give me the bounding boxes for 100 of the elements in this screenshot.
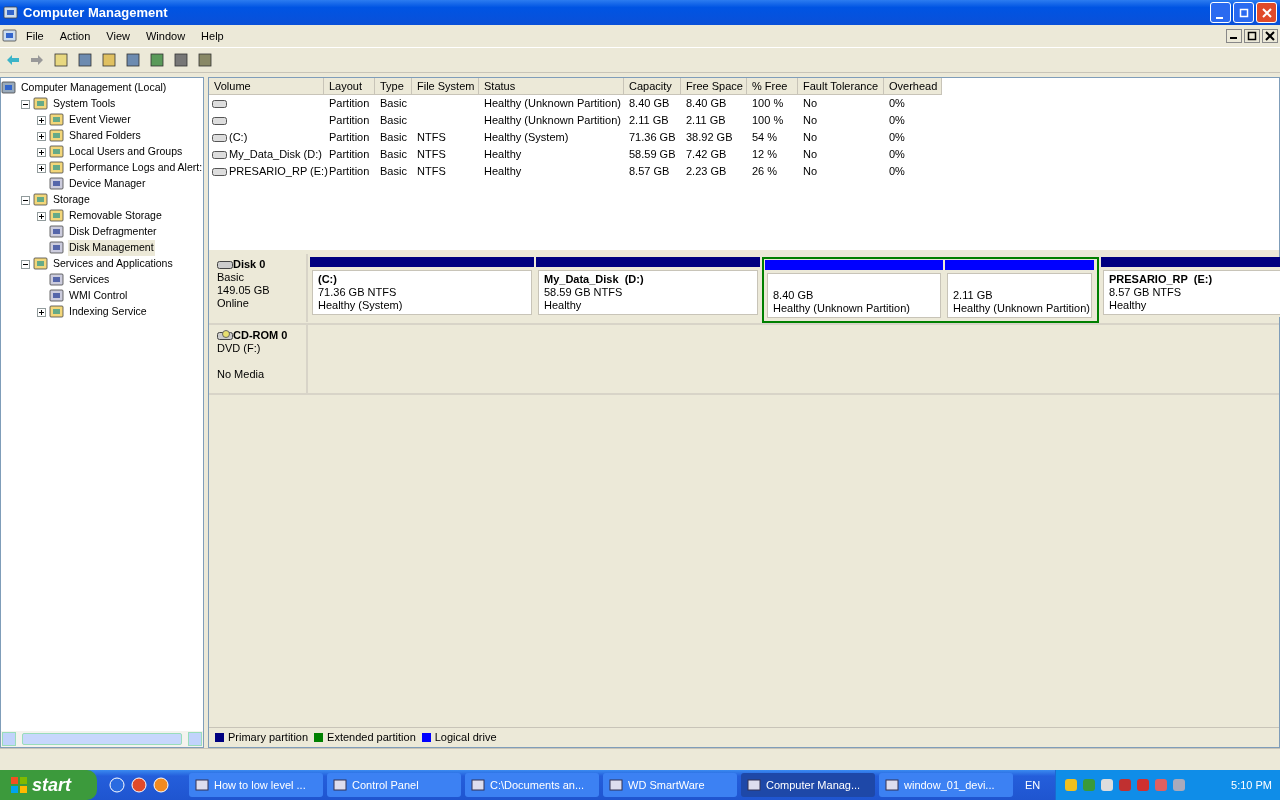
menu-item[interactable]: Action (51, 27, 99, 45)
node-icon (33, 192, 49, 208)
tree-item[interactable]: Storage (52, 192, 91, 208)
column-header[interactable]: Type (375, 78, 412, 95)
column-header[interactable]: Layout (324, 78, 375, 95)
minimize-icon (1229, 37, 1237, 39)
minimize-icon (1216, 17, 1223, 19)
expand-toggle[interactable] (37, 115, 46, 125)
start-button[interactable]: start (0, 770, 97, 800)
table-cell-text: 2.11 GB (686, 113, 726, 129)
menu-item[interactable]: View (98, 27, 138, 45)
taskbar-button[interactable]: Computer Manag... (741, 773, 875, 797)
horizontal-scrollbar[interactable] (1, 731, 203, 747)
tree-item[interactable]: WMI Control (68, 288, 129, 304)
tree-item[interactable]: Disk Defragmenter (68, 224, 158, 240)
collapse-toggle[interactable] (21, 195, 30, 205)
maximize-button[interactable] (1244, 29, 1260, 43)
close-icon (1261, 7, 1272, 18)
quick-launch-icon[interactable] (109, 777, 125, 793)
tree-item[interactable]: Event Viewer (68, 112, 132, 128)
toolbar-button[interactable] (148, 51, 166, 69)
tree-item[interactable]: Disk Management (68, 240, 155, 256)
column-header[interactable]: % Free (747, 78, 798, 95)
table-cell-text: NTFS (417, 164, 446, 180)
partition-block[interactable]: 2.11 GB Healthy (Unknown Partition) (945, 260, 1094, 320)
partition-title: (C:) (318, 273, 338, 286)
column-header[interactable]: Overhead (884, 78, 942, 95)
window-icon (885, 778, 899, 792)
taskbar-button[interactable]: window_01_devi... (879, 773, 1013, 797)
minimize-button[interactable] (1226, 29, 1242, 43)
legend-label: Extended partition (327, 730, 416, 746)
node-icon (49, 272, 65, 288)
taskbar-button[interactable]: WD SmartWare (603, 773, 737, 797)
table-cell-text: 2.23 GB (686, 164, 727, 180)
taskbar-button[interactable]: Control Panel (327, 773, 461, 797)
toolbar-button[interactable] (124, 51, 142, 69)
column-header[interactable]: Volume (209, 78, 324, 95)
menu-item[interactable]: File (18, 27, 52, 45)
toolbar-icon (102, 53, 116, 67)
column-header[interactable]: Fault Tolerance (798, 78, 884, 95)
menu-item[interactable]: Help (193, 27, 232, 45)
drive-icon (212, 98, 227, 109)
tree-item[interactable]: System Tools (52, 96, 117, 112)
column-header[interactable]: Status (479, 78, 624, 95)
partition-block[interactable]: (C:) 71.36 GB NTFS Healthy (System) (310, 257, 534, 317)
table-cell-text: Partition (329, 113, 370, 129)
table-cell-text: 0% (889, 96, 905, 112)
taskbar-button[interactable]: How to low level ... (189, 773, 323, 797)
column-header[interactable]: Free Space (681, 78, 747, 95)
window-icon (747, 778, 761, 792)
column-header[interactable]: File System (412, 78, 479, 95)
expand-toggle[interactable] (37, 147, 46, 157)
collapse-toggle[interactable] (21, 259, 30, 269)
toolbar-icon (174, 53, 188, 67)
table-cell-text: 7.42 GB (686, 147, 727, 163)
tree-item[interactable]: Local Users and Groups (68, 144, 184, 160)
collapse-toggle[interactable] (21, 99, 30, 109)
expand-toggle[interactable] (37, 163, 46, 173)
close-button[interactable] (1262, 29, 1278, 43)
table-cell-text: Partition (329, 130, 370, 146)
computer-icon (3, 4, 19, 21)
table-cell-text: Healthy (484, 164, 522, 180)
tree-item[interactable]: Services and Applications (52, 256, 174, 272)
disk-name: CD-ROM 0 (233, 329, 288, 342)
language-indicator[interactable]: EN (1025, 776, 1055, 794)
tree-item[interactable]: Services (68, 272, 111, 288)
partition-block[interactable]: My_Data_Disk (D:) 58.59 GB NTFS Healthy (536, 257, 760, 317)
toolbar-icon (198, 53, 212, 67)
toolbar-button[interactable] (100, 51, 118, 69)
toolbar-button[interactable] (196, 51, 214, 69)
menu-item[interactable]: Window (137, 27, 194, 45)
expand-toggle[interactable] (37, 211, 46, 221)
toolbar-button[interactable] (76, 51, 94, 69)
node-icon (49, 128, 65, 144)
partition-block[interactable]: PRESARIO_RP (E:) 8.57 GB NTFS Healthy (1101, 257, 1280, 317)
quick-launch-icon[interactable] (153, 777, 169, 793)
node-icon (33, 256, 49, 272)
tree-item[interactable]: Shared Folders (68, 128, 142, 144)
partition-status: Healthy (Unknown Partition) (773, 302, 911, 315)
toolbar-button[interactable] (172, 51, 190, 69)
tray-icon[interactable] (1100, 778, 1114, 792)
table-cell-text: Basic (380, 164, 407, 180)
table-cell-text: Basic (380, 130, 407, 146)
toolbar-icon (78, 53, 92, 67)
quick-launch-icon[interactable] (131, 777, 147, 793)
partition-block[interactable]: 8.40 GB Healthy (Unknown Partition) (765, 260, 943, 320)
expand-toggle[interactable] (37, 131, 46, 141)
disk-label-panel[interactable]: CD-ROM 0 DVD (F:) No Media (209, 325, 308, 393)
tree-item[interactable]: Indexing Service (68, 304, 148, 320)
disk-label-panel[interactable]: Disk 0 Basic 149.05 GB Online (209, 254, 308, 322)
column-header[interactable]: Capacity (624, 78, 681, 95)
close-icon (1265, 31, 1275, 41)
taskbar-button[interactable]: C:\Documents an... (465, 773, 599, 797)
tree-item[interactable]: Removable Storage (68, 208, 163, 224)
tree-item[interactable]: Performance Logs and Alert: (68, 160, 204, 176)
node-icon (49, 224, 65, 240)
toolbar-button[interactable] (52, 51, 70, 69)
expand-toggle[interactable] (37, 307, 46, 317)
tree-item[interactable]: Device Manager (68, 176, 147, 192)
tree-item[interactable]: Computer Management (Local) (20, 80, 168, 96)
